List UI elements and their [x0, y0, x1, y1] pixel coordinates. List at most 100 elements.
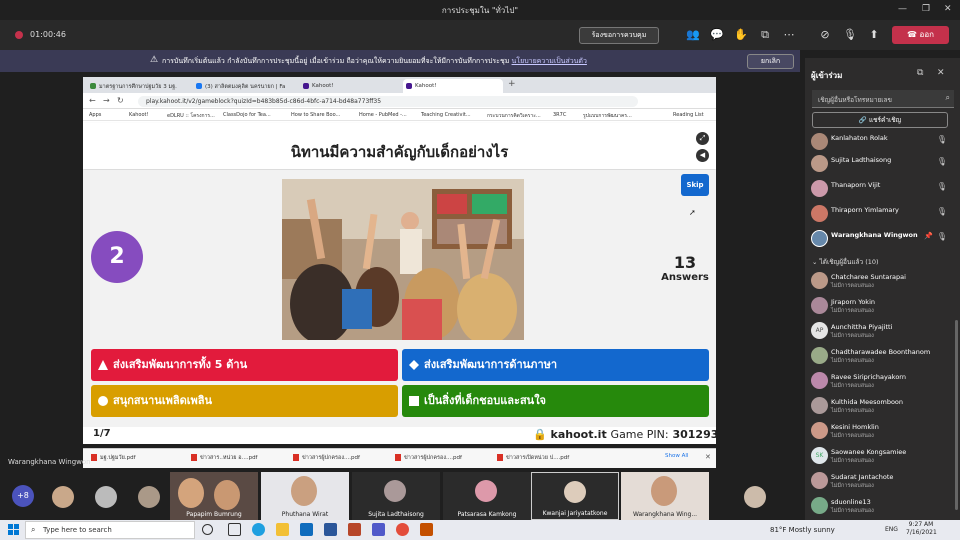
participant-row[interactable]: Warangkhana Wingwon 📌 🎙	[808, 227, 953, 251]
privacy-policy-link[interactable]: นโยบายความเป็นส่วนตัว	[512, 57, 587, 65]
answer-option-4[interactable]: เป็นสิ่งที่เด็กชอบและสนใจ	[402, 385, 709, 417]
participant-tile[interactable]: Sujita Ladthaisong	[352, 472, 440, 520]
mic-off-icon[interactable]: 🎙	[843, 28, 857, 41]
avatar	[52, 486, 74, 508]
app-icon[interactable]	[420, 523, 433, 536]
close-downloads-icon[interactable]: ✕	[705, 453, 711, 461]
chat-icon[interactable]: 💬	[710, 28, 724, 41]
participant-row[interactable]: Kanlahaton Rolak 🎙	[808, 130, 953, 154]
leave-button[interactable]: ☎ ออก	[892, 26, 949, 44]
invited-section-header[interactable]: ⌄ ได้เชิญผู้อื่นแล้ว (10)	[812, 257, 879, 267]
invited-row[interactable]: Kulthida Meesomboon ไม่มีการตอบสนอง	[808, 394, 953, 418]
invited-row[interactable]: SK Saowanee Kongsamiee ไม่มีการตอบสนอง	[808, 444, 953, 468]
file-explorer-icon[interactable]	[276, 523, 289, 536]
windows-start-icon[interactable]	[8, 524, 19, 535]
browser-tab-active[interactable]: Kahoot!	[403, 79, 503, 93]
reactions-icon[interactable]: ✋	[734, 28, 748, 41]
browser-tab[interactable]: (3) สาลิตตมงคุลิต นครนายก | Fa	[193, 79, 297, 93]
sound-icon[interactable]: ◀	[696, 149, 709, 162]
participant-tile[interactable]: Patsarasa Kamkong	[443, 472, 531, 520]
participant-row[interactable]: Thanaporn Vijit 🎙	[808, 177, 953, 201]
people-icon[interactable]: 👥	[686, 28, 700, 41]
invite-input[interactable]: เชิญผู้อื่นหรือโทรหมายเลข ⌕	[812, 90, 954, 108]
panel-scrollbar[interactable]	[955, 320, 958, 510]
word-icon[interactable]	[324, 523, 337, 536]
answer-option-3[interactable]: สนุกสนานเพลิดเพลิน	[91, 385, 398, 417]
taskbar-clock[interactable]: 9:27 AM 7/16/2021	[906, 521, 937, 537]
bookmark-item[interactable]: Home - PubMed -...	[359, 112, 407, 118]
more-icon[interactable]: ⋯	[782, 28, 796, 41]
bookmark-item[interactable]: รูปแบบการพัฒนาคร...	[583, 112, 632, 120]
fullscreen-icon[interactable]: ⤢	[696, 132, 709, 145]
invited-row[interactable]: Chatcharee Suntarapai ไม่มีการตอบสนอง	[808, 269, 953, 293]
participant-tile[interactable]: Warangkhana Wing...	[621, 472, 709, 520]
answer-option-1[interactable]: ส่งเสริมพัฒนาการทั้ง 5 ด้าน	[91, 349, 398, 381]
camera-off-icon[interactable]: ⊘	[818, 28, 832, 41]
participant-tile-active[interactable]: Kwanjai Jariyatatkone	[531, 472, 619, 520]
browser-tab[interactable]: มาตรฐานการศึกษาปฐมวัย 3 มฐ.	[87, 79, 190, 93]
mic-icon: 🎙	[936, 135, 947, 144]
invited-row[interactable]: Sudarat Jantachote ไม่มีการตอบสนอง	[808, 469, 953, 493]
share-invite-button[interactable]: 🔗 แชร์คำเชิญ	[812, 112, 948, 128]
url-field[interactable]: play.kahoot.it/v2/gameblock?quizId=b483b…	[138, 96, 638, 107]
invited-row[interactable]: sduonline13 ไม่มีการตอบสนอง	[808, 494, 953, 518]
recording-indicator-icon	[15, 31, 23, 39]
download-item[interactable]: ข่าวสารผู้ปกครอง....pdf	[395, 454, 462, 462]
taskbar-search-input[interactable]: ⌕ Type here to search	[25, 521, 195, 539]
browser-tab[interactable]: Kahoot!	[300, 79, 400, 93]
new-tab-icon[interactable]: +	[508, 79, 516, 89]
bookmark-item[interactable]: ClassDojo for Tea...	[223, 112, 271, 118]
answer-option-2[interactable]: ส่งเสริมพัฒนาการด้านภาษา	[402, 349, 709, 381]
participant-row[interactable]: Sujita Ladthaisong 🎙	[808, 152, 953, 176]
maximize-button[interactable]: ❐	[922, 4, 930, 14]
teams-icon[interactable]	[372, 523, 385, 536]
participant-tile[interactable]: Phuthana Wirat	[261, 472, 349, 520]
invited-row[interactable]: Jiraporn Yokin ไม่มีการตอบสนอง	[808, 294, 953, 318]
back-icon[interactable]: ←	[89, 96, 96, 105]
bookmark-item[interactable]: How to Share Boo...	[291, 112, 340, 118]
invited-row[interactable]: Ravee Siriprichayakorn ไม่มีการตอบสนอง	[808, 369, 953, 393]
download-item[interactable]: มฐ.ปฐมวัย.pdf	[91, 454, 136, 462]
skip-button[interactable]: Skip	[681, 174, 709, 196]
rooms-icon[interactable]: ⧉	[758, 28, 772, 42]
outlook-icon[interactable]	[300, 523, 313, 536]
close-panel-icon[interactable]: ✕	[937, 68, 945, 78]
download-item[interactable]: ข่าวสาร..หน่วย อ....pdf	[191, 454, 258, 462]
window-close-button[interactable]: ✕	[944, 4, 952, 14]
reload-icon[interactable]: ↻	[117, 96, 124, 105]
task-view-icon[interactable]	[228, 523, 241, 536]
powerpoint-icon[interactable]	[348, 523, 361, 536]
invited-row[interactable]: AP Aunchittha Piyajitti ไม่มีการตอบสนอง	[808, 319, 953, 343]
bookmark-item[interactable]: 3R7C	[553, 112, 566, 118]
download-item[interactable]: ข่าวสารเปิดหน่วย ป....pdf	[497, 454, 569, 462]
participant-row[interactable]: Thiraporn Yimlamary 🎙	[808, 202, 953, 226]
bookmark-item[interactable]: Reading List	[673, 112, 704, 118]
participant-tile[interactable]: Papapim Bumrung	[170, 472, 258, 520]
minimize-button[interactable]: —	[898, 4, 907, 14]
weather-widget[interactable]: 81°F Mostly sunny	[770, 526, 835, 534]
invited-row[interactable]: Kesini Homklin ไม่มีการตอบสนอง	[808, 419, 953, 443]
share-icon[interactable]: ⬆	[867, 28, 881, 41]
download-item[interactable]: ข่าวสารผู้ปกครอง....pdf	[293, 454, 360, 462]
bookmark-item[interactable]: Apps	[89, 112, 101, 118]
edge-icon[interactable]	[252, 523, 265, 536]
browser-tabstrip: มาตรฐานการศึกษาปฐมวัย 3 มฐ. (3) สาลิตตมง…	[83, 77, 716, 93]
dismiss-banner-button[interactable]: ยกเลิก	[747, 54, 794, 69]
cortana-icon[interactable]	[202, 524, 213, 535]
tab-favicon-icon	[303, 83, 309, 89]
more-participants-button[interactable]: +8	[12, 485, 34, 507]
invited-row[interactable]: Chadtharawadee Boonthanom ไม่มีการตอบสนอง	[808, 344, 953, 368]
bookmark-item[interactable]: Teaching Creativit...	[421, 112, 471, 118]
language-indicator[interactable]: ENG	[885, 526, 898, 533]
request-control-button[interactable]: ร้องขอการควบคุม	[579, 27, 659, 44]
show-all-downloads-button[interactable]: Show All	[665, 453, 688, 459]
bookmark-item[interactable]: กระบวนการคิดวิเคราะ...	[487, 112, 541, 120]
popout-icon[interactable]: ⧉	[917, 68, 923, 78]
bookmark-item[interactable]: eDLRU :: โครงการ...	[167, 112, 215, 120]
forward-icon[interactable]: →	[103, 96, 110, 105]
bookmark-item[interactable]: Kahoot!	[129, 112, 149, 118]
game-pin: 301293	[672, 428, 716, 441]
participant-name: Phuthana Wirat	[281, 511, 329, 518]
chrome-icon[interactable]	[396, 523, 409, 536]
pin-icon[interactable]: 📌	[924, 232, 933, 240]
